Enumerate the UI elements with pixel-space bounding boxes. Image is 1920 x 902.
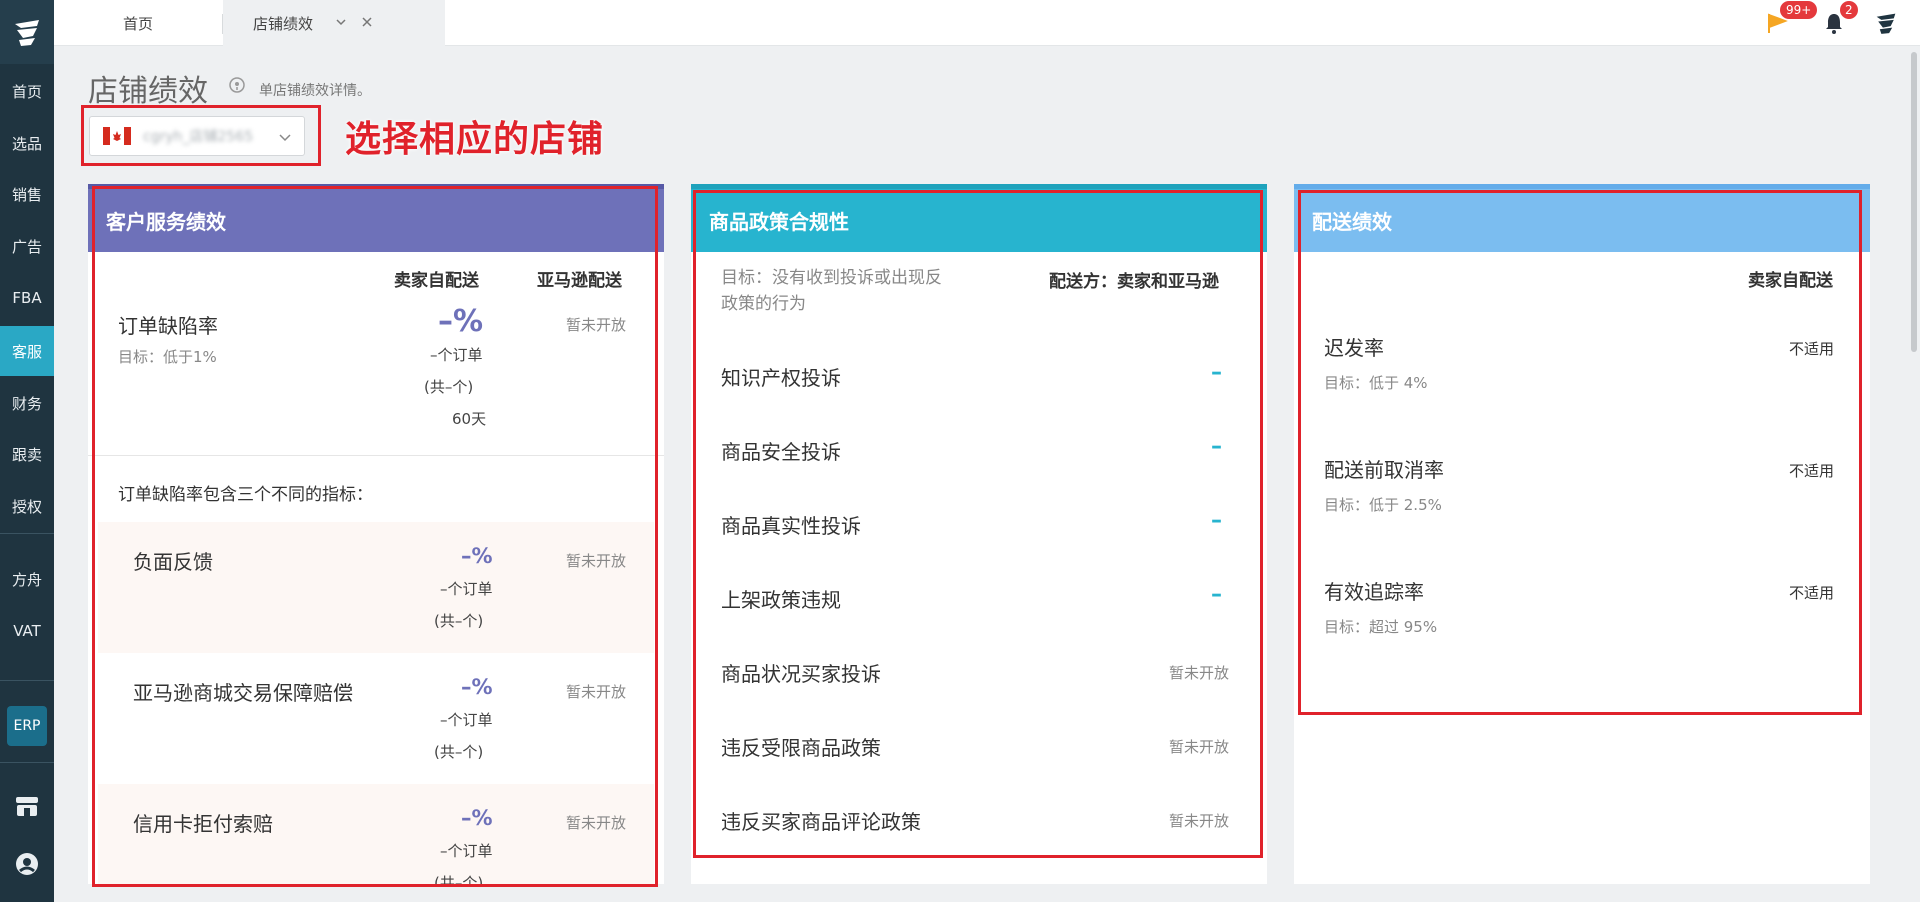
avatar-icon: [1876, 13, 1896, 34]
help-icon[interactable]: [228, 76, 246, 98]
chevron-down-icon[interactable]: [335, 14, 347, 32]
sidebar-divider: [0, 680, 54, 681]
sidebar-item-product-selection[interactable]: 选品: [0, 118, 54, 168]
scroll-thumb[interactable]: [1911, 52, 1917, 352]
annotation-text: 选择相应的店铺: [345, 119, 605, 160]
annotation-highlight-box: [92, 186, 658, 887]
close-icon[interactable]: [361, 14, 373, 32]
sidebar-item-vat[interactable]: VAT: [0, 606, 54, 656]
sidebar: 首页 选品 销售 广告 FBA 客服 财务 跟卖 授权 方舟 VAT ERP: [0, 0, 54, 902]
sidebar-item-finance[interactable]: 财务: [0, 378, 54, 428]
bell-badge: 2: [1840, 1, 1858, 19]
sidebar-item-ads[interactable]: 广告: [0, 221, 54, 271]
tab-home[interactable]: 首页: [54, 0, 222, 46]
flag-badge: 99+: [1780, 1, 1818, 19]
erp-button[interactable]: ERP: [7, 706, 47, 746]
sidebar-item-home[interactable]: 首页: [0, 66, 54, 116]
sidebar-item-sales[interactable]: 销售: [0, 169, 54, 219]
annotation-highlight-box: [1298, 190, 1862, 715]
sidebar-item-customer-service[interactable]: 客服: [0, 326, 54, 376]
user-avatar[interactable]: [1872, 0, 1900, 46]
top-tab-bar: 首页 店铺绩效 99+ 2: [54, 0, 1920, 46]
page-scrollbar[interactable]: [1908, 46, 1920, 896]
sidebar-item-ark[interactable]: 方舟: [0, 554, 54, 604]
sidebar-divider: [0, 533, 54, 534]
support-icon[interactable]: [13, 850, 41, 878]
store-icon[interactable]: [13, 792, 41, 820]
flag-notification[interactable]: 99+: [1766, 0, 1818, 46]
sidebar-item-fba[interactable]: FBA: [0, 273, 54, 323]
bell-notification[interactable]: 2: [1822, 0, 1858, 46]
page-subtitle: 单店铺绩效详情。: [259, 83, 371, 99]
annotation-highlight-box: [81, 105, 321, 166]
tab-store-performance[interactable]: 店铺绩效: [223, 0, 445, 46]
app-logo[interactable]: [0, 0, 54, 64]
sidebar-item-authorization[interactable]: 授权: [0, 481, 54, 531]
sidebar-divider: [0, 762, 54, 763]
logo-icon: [15, 20, 39, 46]
sidebar-item-follow-sell[interactable]: 跟卖: [0, 429, 54, 479]
annotation-highlight-box: [693, 190, 1263, 858]
page-title: 店铺绩效: [88, 74, 208, 109]
